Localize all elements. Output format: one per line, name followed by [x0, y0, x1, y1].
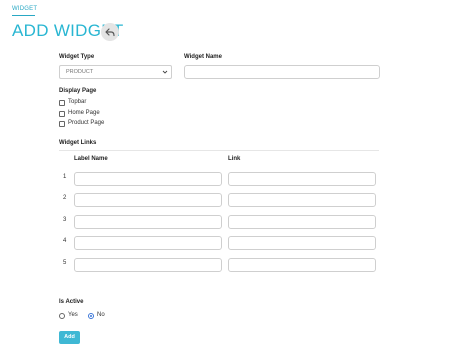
radio-no-label: No: [97, 312, 105, 318]
link-input[interactable]: [228, 215, 376, 229]
widget-type-select[interactable]: PRODUCT: [59, 65, 172, 79]
checkbox-product-page[interactable]: [59, 121, 65, 127]
link-input[interactable]: [228, 193, 376, 207]
widget-links-divider: [59, 150, 379, 151]
radio-yes-label: Yes: [68, 312, 78, 318]
link-input[interactable]: [228, 236, 376, 250]
widget-name-label: Widget Name: [184, 54, 222, 60]
label-name-input[interactable]: [74, 258, 222, 272]
link-input[interactable]: [228, 258, 376, 272]
is-active-label: Is Active: [59, 299, 84, 305]
checkbox-home-page[interactable]: [59, 111, 65, 117]
checkbox-topbar-label: Topbar: [68, 99, 87, 105]
display-page-label: Display Page: [59, 88, 97, 94]
column-header-label-name: Label Name: [74, 156, 108, 162]
tab-widget[interactable]: WIDGET: [12, 6, 37, 12]
back-button[interactable]: [101, 23, 119, 41]
tab-underline: [12, 15, 35, 16]
radio-no[interactable]: [88, 313, 94, 319]
label-name-input[interactable]: [74, 172, 222, 186]
row-number: 3: [63, 217, 67, 223]
label-name-input[interactable]: [74, 236, 222, 250]
row-number: 4: [63, 238, 67, 244]
row-number: 5: [63, 260, 67, 266]
back-arrow-icon: [105, 28, 115, 37]
widget-type-label: Widget Type: [59, 54, 95, 60]
add-button[interactable]: Add: [59, 331, 80, 344]
row-number: 1: [63, 174, 67, 180]
row-number: 2: [63, 195, 67, 201]
checkbox-product-page-label: Product Page: [68, 120, 105, 126]
checkbox-home-page-label: Home Page: [68, 110, 100, 116]
link-input[interactable]: [228, 172, 376, 186]
column-header-link: Link: [228, 156, 241, 162]
chevron-down-icon: [162, 70, 168, 74]
checkbox-topbar[interactable]: [59, 100, 65, 106]
widget-name-input[interactable]: [184, 65, 380, 79]
label-name-input[interactable]: [74, 215, 222, 229]
label-name-input[interactable]: [74, 193, 222, 207]
radio-yes[interactable]: [59, 313, 65, 319]
widget-type-value: PRODUCT: [66, 69, 94, 75]
widget-links-label: Widget Links: [59, 140, 97, 146]
